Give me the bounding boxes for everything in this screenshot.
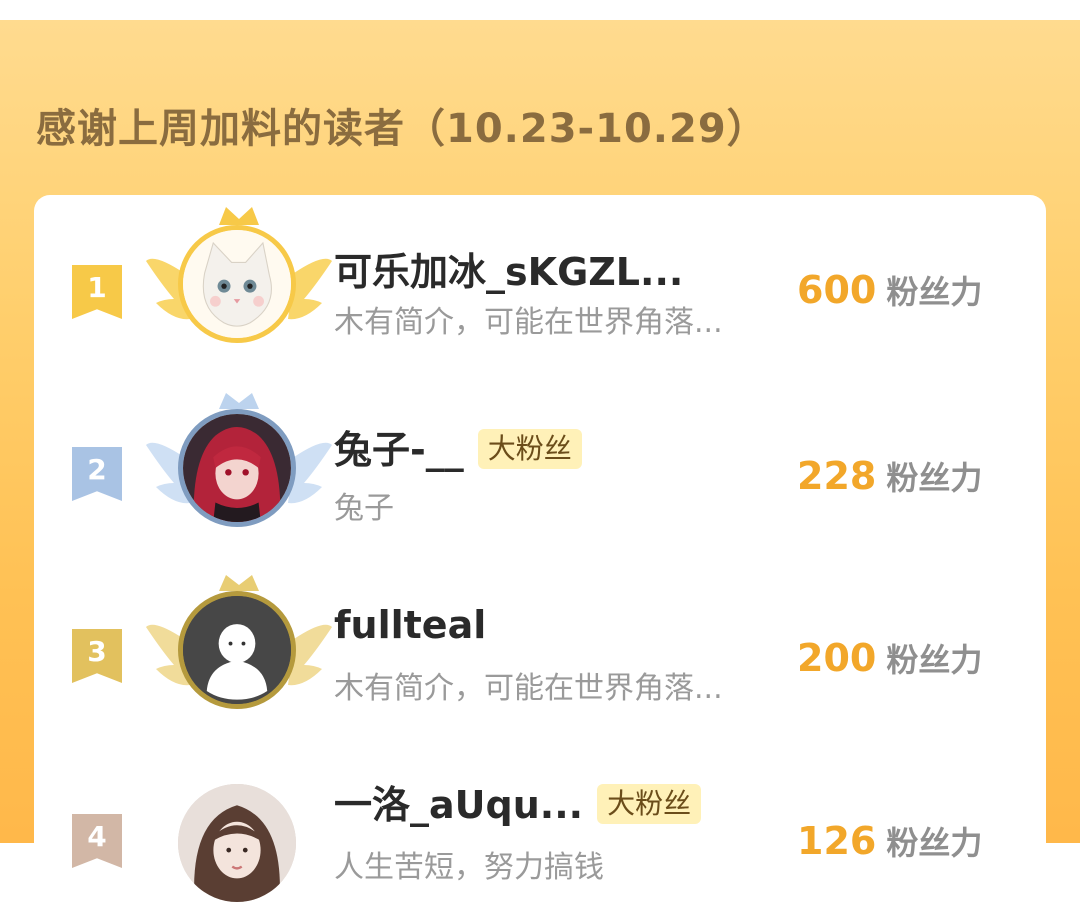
fan-power-score: 228 粉丝力 bbox=[797, 454, 983, 498]
fan-power-score: 126 粉丝力 bbox=[797, 819, 983, 863]
default-user-avatar[interactable] bbox=[178, 591, 296, 709]
user-name[interactable]: 可乐加冰_sKGZL... bbox=[334, 241, 683, 296]
user-bio: 人生苦短，努力搞钱 bbox=[334, 850, 604, 885]
user-name[interactable]: fullteal bbox=[334, 603, 486, 647]
photo-avatar[interactable] bbox=[178, 784, 296, 902]
avatar-frame bbox=[144, 754, 334, 914]
page-title: 感谢上周加料的读者（10.23-10.29） bbox=[36, 106, 768, 152]
fan-power-score: 200 粉丝力 bbox=[797, 636, 983, 680]
ranking-row-2[interactable]: 2 兔子-__ 大粉丝 兔子 228 粉丝力 bbox=[34, 383, 1046, 553]
rank-badge-2: 2 bbox=[72, 447, 122, 501]
user-bio: 木有简介，可能在世界角落... bbox=[334, 671, 723, 706]
ranking-list: 1 可乐加冰_sKGZL... 木有简介，可能在世界角落... 600 粉丝力 … bbox=[34, 195, 1046, 902]
user-name[interactable]: 兔子-__ 大粉丝 bbox=[334, 419, 582, 474]
avatar-frame-bronze bbox=[144, 569, 334, 729]
ranking-row-1[interactable]: 1 可乐加冰_sKGZL... 木有简介，可能在世界角落... 600 粉丝力 bbox=[34, 195, 1046, 365]
avatar-frame-gold bbox=[144, 203, 334, 363]
user-bio: 兔子 bbox=[334, 491, 394, 526]
anime-girl-avatar[interactable] bbox=[178, 409, 296, 527]
big-fan-badge: 大粉丝 bbox=[597, 783, 702, 824]
user-name[interactable]: 一洛_aUqu... 大粉丝 bbox=[334, 774, 702, 829]
fan-power-score: 600 粉丝力 bbox=[797, 268, 983, 312]
rank-badge-3: 3 bbox=[72, 629, 122, 683]
cat-avatar[interactable] bbox=[178, 225, 296, 343]
ranking-row-4[interactable]: 4 一洛_aUqu... 大粉丝 人生苦短，努力搞钱 126 粉丝力 bbox=[34, 750, 1046, 920]
thanks-panel: 感谢上周加料的读者（10.23-10.29） 1 可乐加冰_sKGZL... 木… bbox=[0, 20, 1080, 902]
user-bio: 木有简介，可能在世界角落... bbox=[334, 305, 723, 340]
ranking-row-3[interactable]: 3 fullteal 木有简介，可能在世界角落... 200 粉丝力 bbox=[34, 565, 1046, 735]
big-fan-badge: 大粉丝 bbox=[477, 428, 582, 469]
rank-badge-4: 4 bbox=[72, 814, 122, 868]
rank-badge-1: 1 bbox=[72, 265, 122, 319]
avatar-frame-silver bbox=[144, 387, 334, 547]
